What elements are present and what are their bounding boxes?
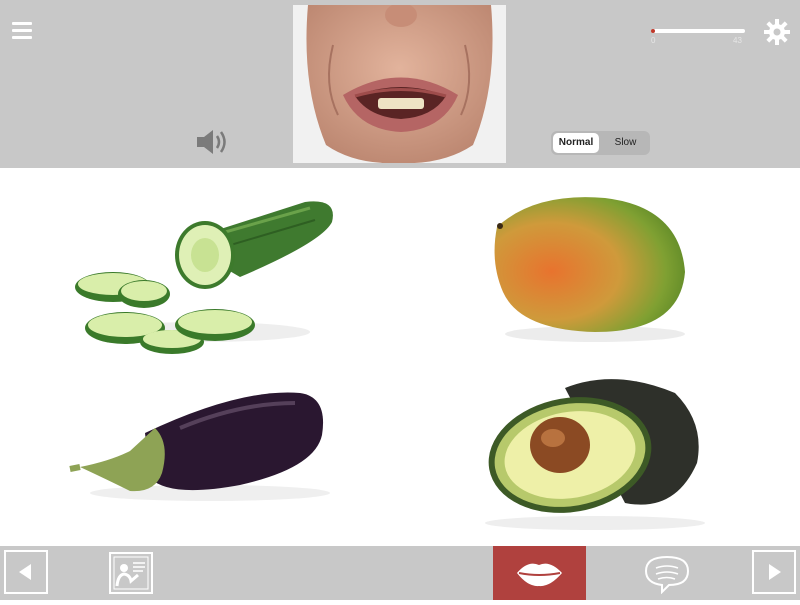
- previous-button[interactable]: [4, 550, 48, 594]
- top-bar: Normal Slow 0 43: [0, 0, 800, 168]
- progress-fill: [651, 29, 655, 33]
- speaker-icon[interactable]: [195, 127, 233, 157]
- avocado-choice[interactable]: [475, 363, 720, 538]
- lips-icon: [517, 563, 562, 587]
- progress-bar: [651, 29, 745, 33]
- speed-toggle: Normal Slow: [551, 131, 650, 155]
- progress-max-label: 43: [733, 36, 742, 45]
- triangle-left-icon: [19, 564, 31, 580]
- gear-icon[interactable]: [763, 18, 791, 46]
- eggplant-choice[interactable]: [60, 373, 350, 523]
- triangle-right-icon: [769, 564, 781, 580]
- teacher-board-icon[interactable]: [108, 551, 154, 595]
- cucumber-choice[interactable]: [60, 182, 350, 362]
- lips-button[interactable]: [493, 546, 586, 600]
- mango-choice[interactable]: [475, 182, 705, 362]
- bottom-bar: [0, 546, 800, 600]
- hamburger-menu-icon[interactable]: [12, 20, 34, 40]
- speed-slow-option[interactable]: Slow: [603, 133, 648, 153]
- next-button[interactable]: [752, 550, 796, 594]
- speech-bubble-icon[interactable]: [642, 554, 692, 595]
- speaker-video[interactable]: [293, 5, 506, 163]
- choice-grid: [0, 168, 800, 546]
- progress-min-label: 0: [651, 36, 656, 45]
- speed-normal-option[interactable]: Normal: [553, 133, 599, 153]
